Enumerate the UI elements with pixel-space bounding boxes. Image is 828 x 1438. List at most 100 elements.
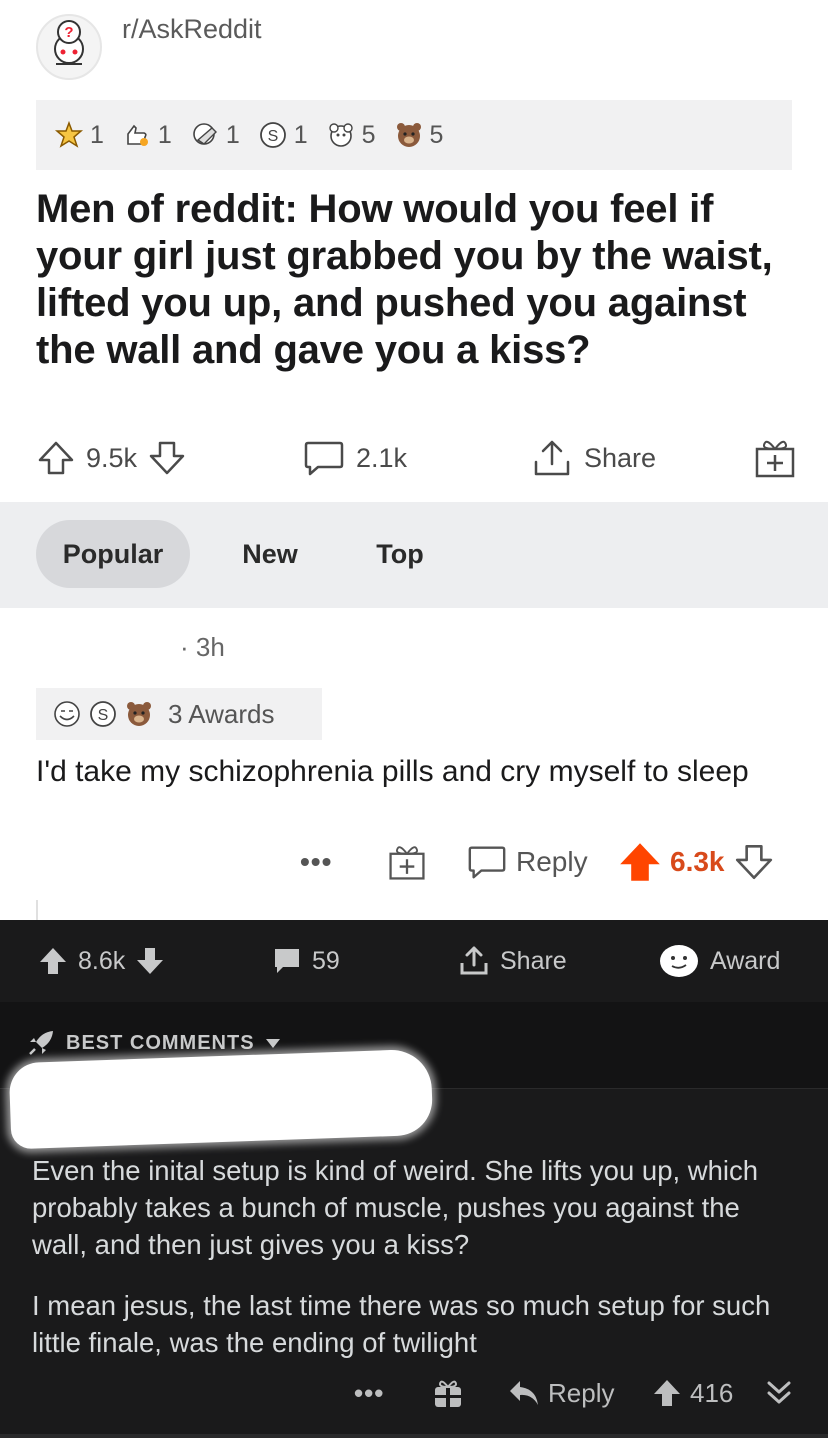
dark-more-button[interactable]: ••• bbox=[354, 1370, 384, 1416]
comment-paragraph: I mean jesus, the last time there was so… bbox=[32, 1290, 771, 1358]
gift-filled-icon bbox=[435, 1380, 461, 1407]
share-icon bbox=[534, 440, 570, 476]
post-awards-bar[interactable]: 1 1 1 S 1 5 5 bbox=[36, 100, 792, 170]
redacted-username-scribble bbox=[8, 1048, 434, 1150]
bear-award-icon bbox=[396, 123, 421, 147]
reply-arrow-icon bbox=[510, 1381, 538, 1405]
star-award-icon bbox=[54, 120, 84, 148]
downvote-filled-icon[interactable] bbox=[135, 946, 165, 976]
post-title[interactable]: Men of reddit: How would you feel if you… bbox=[36, 186, 806, 374]
dark-share-label: Share bbox=[500, 946, 567, 975]
subreddit-name[interactable]: r/AskReddit bbox=[122, 14, 262, 45]
comment-reply-label: Reply bbox=[516, 846, 588, 877]
dark-screenshot-section: 8.6k 59 Share Award BEST COMMENTS 3h Eve… bbox=[0, 920, 828, 1438]
laughing-award-icon bbox=[54, 701, 80, 727]
dark-comment-vote-group: 416 bbox=[652, 1370, 733, 1416]
subreddit-avatar[interactable]: ? bbox=[36, 14, 102, 80]
comment-vote-group: 6.3k bbox=[618, 834, 775, 890]
comment-awards-bar[interactable]: S 3 Awards bbox=[36, 688, 322, 740]
award-count: 1 bbox=[157, 120, 172, 149]
award-count: 1 bbox=[90, 120, 104, 149]
dark-award-gift-button[interactable] bbox=[432, 1370, 464, 1416]
dark-reply-button[interactable]: Reply bbox=[508, 1370, 614, 1416]
post-award-button[interactable] bbox=[752, 430, 798, 486]
silver-coin-award-icon: S bbox=[259, 122, 286, 148]
dark-vote-group: 8.6k bbox=[38, 940, 165, 982]
award-count: 5 bbox=[361, 120, 376, 149]
svg-text:?: ? bbox=[64, 24, 73, 41]
dark-comment-action-bar: ••• Reply 416 bbox=[0, 1370, 828, 1416]
dark-comments-button[interactable]: 59 bbox=[272, 940, 340, 982]
sort-new-button[interactable]: New bbox=[222, 520, 318, 588]
askreddit-logo-icon: ? bbox=[54, 20, 84, 65]
downvote-icon[interactable] bbox=[733, 841, 775, 883]
silver-coin-award-icon: S bbox=[90, 701, 116, 727]
bear-award-icon bbox=[127, 702, 151, 726]
dark-reply-label: Reply bbox=[548, 1377, 615, 1408]
share-icon bbox=[460, 946, 488, 975]
dark-share-button[interactable]: Share bbox=[458, 940, 567, 982]
comment-bubble-filled-icon bbox=[275, 949, 299, 973]
dark-post-action-bar: 8.6k 59 Share Award bbox=[0, 920, 828, 1002]
svg-text:S: S bbox=[98, 707, 109, 724]
rocket-icon bbox=[29, 1031, 53, 1055]
upvote-filled-icon[interactable] bbox=[652, 1378, 682, 1408]
subreddit-header: ? r/AskReddit bbox=[36, 12, 796, 82]
post-comments-button[interactable]: 2.1k bbox=[302, 430, 407, 486]
gift-icon bbox=[389, 846, 425, 880]
svg-text:S: S bbox=[267, 128, 278, 145]
upvote-icon[interactable] bbox=[36, 438, 76, 478]
sort-popular-button[interactable]: Popular bbox=[36, 520, 190, 588]
comment-award-button[interactable] bbox=[386, 834, 428, 890]
post-share-label: Share bbox=[584, 442, 657, 473]
facepalm-award-icon bbox=[193, 123, 217, 145]
comment-meta: · 3h bbox=[180, 632, 225, 662]
comment-awards-label: 3 Awards bbox=[168, 698, 275, 729]
post-comment-count: 2.1k bbox=[356, 442, 408, 473]
light-screenshot-section: ? r/AskReddit 1 1 1 S 1 5 5 Men of reddi… bbox=[0, 0, 828, 920]
best-comments-sort[interactable]: BEST COMMENTS bbox=[26, 1028, 281, 1058]
comment-body: I'd take my schizophrenia pills and cry … bbox=[36, 755, 749, 788]
hugz-award-icon bbox=[328, 123, 353, 147]
award-facepalm: 1 bbox=[190, 120, 240, 150]
reply-bubble-icon bbox=[468, 846, 506, 879]
downvote-icon[interactable] bbox=[147, 438, 187, 478]
post-vote-group: 9.5k bbox=[36, 430, 187, 486]
wholesome-hand-award-icon bbox=[127, 124, 148, 146]
upvote-filled-icon[interactable] bbox=[38, 946, 68, 976]
post-share-button[interactable]: Share bbox=[530, 430, 656, 486]
dark-comment-body: Even the inital setup is kind of weird. … bbox=[32, 1152, 802, 1385]
award-hugz: 5 bbox=[326, 120, 376, 150]
dark-award-button[interactable]: Award bbox=[658, 940, 780, 982]
award-bear: 5 bbox=[394, 120, 444, 150]
dark-post-score: 8.6k bbox=[78, 946, 126, 975]
dark-comment-score: 416 bbox=[690, 1377, 734, 1408]
collapse-thread-button[interactable] bbox=[764, 1370, 794, 1416]
best-comments-label: BEST COMMENTS bbox=[66, 1031, 255, 1054]
comment-bubble-icon bbox=[304, 441, 344, 476]
post-score: 9.5k bbox=[86, 442, 138, 473]
bottom-divider bbox=[0, 1434, 828, 1438]
double-chevron-down-icon bbox=[767, 1381, 791, 1404]
award-wholesome-hand: 1 bbox=[122, 120, 172, 150]
comment-score: 6.3k bbox=[670, 846, 725, 877]
award-silver: S 1 bbox=[258, 120, 308, 150]
sort-top-button[interactable]: Top bbox=[356, 520, 444, 588]
dark-comment-count: 59 bbox=[312, 946, 340, 975]
caret-down-icon bbox=[265, 1039, 280, 1048]
comment-more-button[interactable]: ••• bbox=[300, 834, 332, 890]
comment-reply-button[interactable]: Reply bbox=[466, 834, 588, 890]
comment-action-bar: ••• Reply 6.3k bbox=[0, 834, 828, 890]
award-count: 1 bbox=[293, 120, 308, 149]
award-count: 5 bbox=[429, 120, 444, 149]
post-action-bar: 9.5k 2.1k Share bbox=[36, 430, 806, 490]
comment-paragraph: Even the inital setup is kind of weird. … bbox=[32, 1155, 759, 1260]
dark-award-label: Award bbox=[710, 946, 781, 975]
gift-icon bbox=[755, 440, 795, 478]
comment-sort-bar: Popular New Top bbox=[0, 502, 828, 608]
upvote-filled-icon[interactable] bbox=[618, 840, 662, 884]
award-face-icon bbox=[660, 945, 698, 977]
award-count: 1 bbox=[225, 120, 240, 149]
thread-line bbox=[36, 900, 38, 920]
award-star: 1 bbox=[54, 120, 104, 150]
